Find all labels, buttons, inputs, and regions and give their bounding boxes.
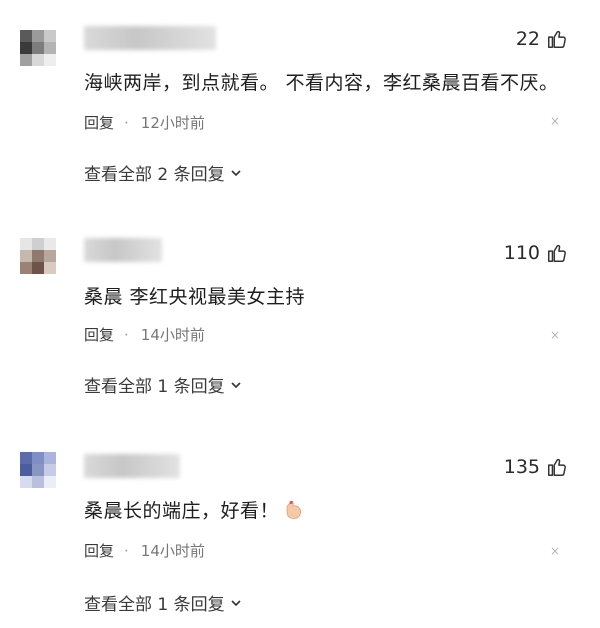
view-all-replies-label: 查看全部 1 条回复 xyxy=(84,595,225,615)
view-all-replies-button[interactable]: 查看全部 1 条回复 xyxy=(84,372,243,397)
comment-meta: 回复 · 14小时前 xyxy=(84,540,205,561)
view-all-replies-label: 查看全部 1 条回复 xyxy=(84,377,225,397)
separator-dot: · xyxy=(124,113,129,132)
comment-text: 桑晨长的端庄，好看！ xyxy=(84,496,305,523)
view-all-replies-button[interactable]: 查看全部 1 条回复 xyxy=(84,590,243,615)
chevron-down-icon xyxy=(231,169,241,176)
close-icon[interactable]: × xyxy=(550,114,560,128)
reply-button[interactable]: 回复 xyxy=(84,112,114,133)
like-count-text: 135 xyxy=(503,456,540,478)
like-count[interactable]: 22 xyxy=(516,28,568,50)
close-icon[interactable]: × xyxy=(550,328,560,342)
thumbs-up-icon[interactable] xyxy=(546,28,568,50)
like-count[interactable]: 135 xyxy=(504,456,568,478)
username[interactable] xyxy=(84,238,162,262)
flexed-arm-emoji-icon xyxy=(286,500,302,519)
avatar[interactable] xyxy=(20,30,66,76)
username[interactable] xyxy=(84,26,216,50)
timestamp: 14小时前 xyxy=(140,542,205,560)
comment-meta: 回复 · 14小时前 xyxy=(84,324,205,345)
like-count[interactable]: 110 xyxy=(504,242,568,264)
avatar[interactable] xyxy=(20,452,66,498)
separator-dot: · xyxy=(124,325,129,344)
comment-text: 桑晨 李红央视最美女主持 xyxy=(84,286,306,308)
comment-meta: 回复 · 12小时前 xyxy=(84,112,205,133)
close-icon[interactable]: × xyxy=(550,544,560,558)
like-count-text: 110 xyxy=(503,242,540,264)
comment-text-content: 桑晨长的端庄，好看！ xyxy=(84,500,280,522)
reply-button[interactable]: 回复 xyxy=(84,324,114,345)
comment-text: 海峡两岸，到点就看。 不看内容，李红桑晨百看不厌。 xyxy=(84,72,559,94)
chevron-down-icon xyxy=(231,381,241,388)
username[interactable] xyxy=(84,454,180,478)
thumbs-up-icon[interactable] xyxy=(546,456,568,478)
view-all-replies-label: 查看全部 2 条回复 xyxy=(84,165,225,185)
thumbs-up-icon[interactable] xyxy=(546,242,568,264)
timestamp: 12小时前 xyxy=(140,114,205,132)
separator-dot: · xyxy=(124,541,129,560)
like-count-text: 22 xyxy=(515,28,540,50)
chevron-down-icon xyxy=(231,599,241,606)
timestamp: 14小时前 xyxy=(140,326,205,344)
view-all-replies-button[interactable]: 查看全部 2 条回复 xyxy=(84,160,243,185)
avatar[interactable] xyxy=(20,238,66,284)
reply-button[interactable]: 回复 xyxy=(84,540,114,561)
